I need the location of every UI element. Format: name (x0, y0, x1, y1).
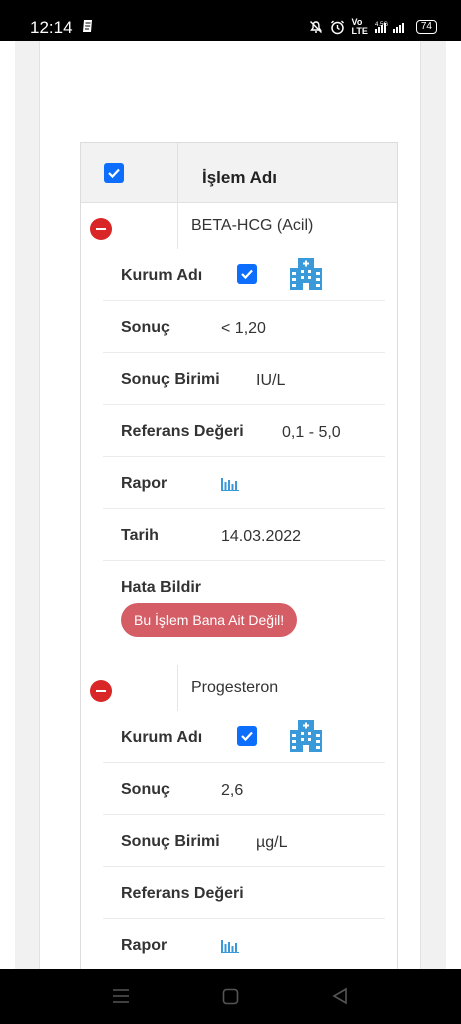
detail-label: Sonuç Birimi (121, 833, 220, 850)
status-bar: 12:14 VoLTE 4.5G 74 (0, 0, 461, 41)
detail-value: < 1,20 (221, 320, 266, 337)
alarm-icon (330, 20, 344, 34)
signal-icon: 4.5G (374, 22, 404, 33)
status-time: 12:14 (30, 18, 73, 37)
select-all-checkbox[interactable] (104, 163, 124, 183)
hospital-icon[interactable] (289, 719, 323, 753)
detail-rapor: Rapor (103, 457, 385, 509)
kurum-checkbox[interactable] (237, 726, 257, 746)
detail-kurum: Kurum Adı (103, 711, 385, 763)
detail-label: Kurum Adı (121, 267, 203, 284)
detail-value: µg/L (256, 834, 288, 851)
table-row[interactable]: Progesteron (81, 665, 397, 711)
detail-label: Referans Değeri (121, 423, 244, 440)
procedure-name: BETA-HCG (Acil) (191, 217, 314, 234)
detail-birim: Sonuç Birimi IU/L (103, 353, 385, 405)
detail-label: Rapor (121, 475, 168, 492)
report-error-button[interactable]: Bu İşlem Bana Ait Değil! (121, 603, 298, 637)
detail-label: Kurum Adı (121, 729, 203, 746)
detail-referans: Referans Değeri 0,1 - 5,0 (103, 405, 385, 457)
detail-label: Sonuç (121, 319, 170, 336)
menu-icon[interactable] (112, 988, 130, 1004)
kurum-checkbox[interactable] (237, 264, 257, 284)
detail-label: Tarih (121, 527, 159, 544)
bar-chart-icon[interactable] (221, 476, 239, 491)
mute-icon (309, 21, 322, 33)
bar-chart-icon[interactable] (221, 938, 239, 953)
battery-icon: 74 (415, 20, 437, 34)
detail-rapor: Rapor (103, 919, 385, 969)
detail-value: IU/L (256, 372, 286, 389)
detail-label: Sonuç Birimi (121, 371, 220, 388)
column-title: İşlem Adı (202, 168, 277, 187)
detail-label: Sonuç (121, 781, 170, 798)
table-header: İşlem Adı (81, 143, 397, 203)
hospital-icon[interactable] (289, 257, 323, 291)
home-icon[interactable] (222, 988, 239, 1005)
detail-sonuc: Sonuç 2,6 (103, 763, 385, 815)
column-divider (177, 143, 178, 203)
row-details: Kurum Adı Sonuç 2,6 Sonuç Birimi µg/L Re… (103, 711, 385, 969)
checkbox-icon (108, 168, 120, 179)
detail-label: Referans Değeri (121, 885, 244, 902)
checkbox-icon (241, 269, 253, 280)
back-icon[interactable] (331, 987, 349, 1005)
detail-label: Rapor (121, 937, 168, 954)
column-divider (177, 203, 178, 249)
row-details: Kurum Adı Sonuç < 1,20 Sonuç Birimi IU/L… (103, 249, 385, 647)
minus-circle-icon[interactable] (90, 680, 112, 702)
notification-icon (83, 20, 92, 32)
navigation-bar (0, 969, 461, 1024)
status-icons: VoLTE 4.5G 74 (309, 18, 437, 36)
procedure-table: İşlem Adı BETA-HCG (Acil) Kurum Adı Sonu… (80, 142, 398, 969)
minus-circle-icon[interactable] (90, 218, 112, 240)
detail-hata: Hata Bildir Bu İşlem Bana Ait Değil! (103, 561, 385, 647)
detail-value: 14.03.2022 (221, 528, 302, 545)
detail-value: 2,6 (221, 782, 244, 799)
column-divider (177, 665, 178, 711)
checkbox-icon (241, 731, 253, 742)
procedure-name: Progesteron (191, 679, 279, 696)
table-row[interactable]: BETA-HCG (Acil) (81, 203, 397, 249)
detail-label: Hata Bildir (121, 579, 202, 596)
detail-referans: Referans Değeri (103, 867, 385, 919)
detail-birim: Sonuç Birimi µg/L (103, 815, 385, 867)
detail-kurum: Kurum Adı (103, 249, 385, 301)
volte-icon: Vo LTE (351, 17, 368, 36)
detail-value: 0,1 - 5,0 (282, 424, 341, 441)
detail-sonuc: Sonuç < 1,20 (103, 301, 385, 353)
detail-tarih: Tarih 14.03.2022 (103, 509, 385, 561)
